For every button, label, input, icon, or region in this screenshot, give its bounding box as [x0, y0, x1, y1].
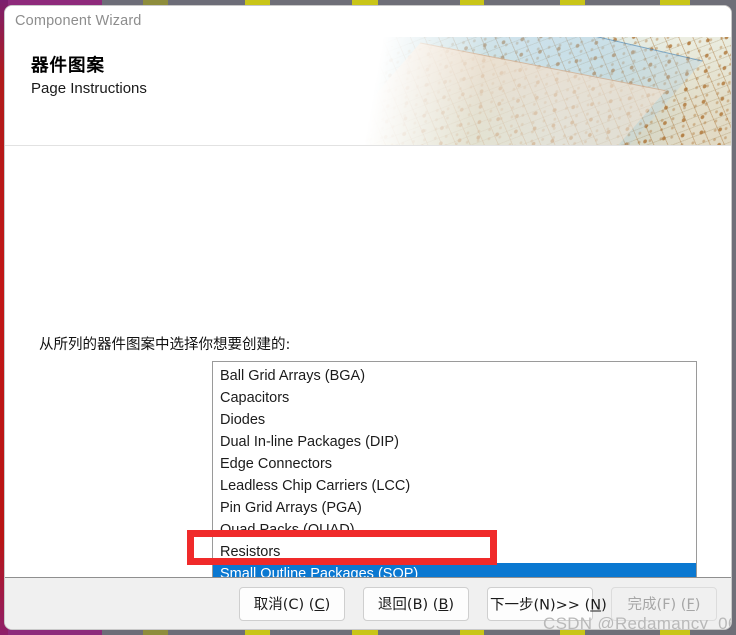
mnemonic-key: B	[438, 597, 449, 613]
header-pcb-artwork	[361, 6, 731, 145]
cancel-button[interactable]: 取消(C) (C)	[239, 586, 345, 621]
back-button-label: 退回(B) (B)	[378, 593, 454, 614]
page-subtitle: Page Instructions	[31, 80, 147, 97]
list-prompt-label: 从所列的器件图案中选择你想要创建的:	[39, 337, 291, 353]
next-button[interactable]: 下一步(N)>> (N) >	[487, 586, 624, 621]
mnemonic-key: N	[590, 597, 602, 613]
list-item[interactable]: Dual In-line Packages (DIP)	[213, 431, 696, 453]
label-tail: )	[448, 597, 455, 613]
list-item[interactable]: Pin Grid Arrays (PGA)	[213, 497, 696, 519]
mnemonic-key: C	[314, 597, 325, 613]
label-text: 下一步(N)>> (	[490, 597, 591, 613]
mnemonic-key: F	[686, 597, 695, 613]
desktop-backdrop: Component Wizard 器件图案 Page Instructions …	[0, 0, 736, 635]
label-text: 完成(F) (	[627, 597, 687, 613]
finish-button: 完成(F) (F)	[611, 586, 717, 621]
component-wizard-dialog: Component Wizard 器件图案 Page Instructions …	[4, 5, 732, 630]
label-text: 退回(B) (	[377, 597, 439, 613]
list-item[interactable]: Resistors	[213, 541, 696, 563]
list-item[interactable]: Capacitors	[213, 387, 696, 409]
label-tail: )	[694, 597, 701, 613]
list-item[interactable]: Ball Grid Arrays (BGA)	[213, 365, 696, 387]
list-item[interactable]: Leadless Chip Carriers (LCC)	[213, 475, 696, 497]
list-item[interactable]: Edge Connectors	[213, 453, 696, 475]
list-item[interactable]: Diodes	[213, 409, 696, 431]
page-title: 器件图案	[31, 56, 105, 76]
package-pattern-listbox[interactable]: Ball Grid Arrays (BGA) Capacitors Diodes Du…	[212, 361, 697, 602]
list-item[interactable]: Quad Packs (QUAD)	[213, 519, 696, 541]
artwork-top-mask	[361, 6, 731, 37]
dialog-header: Component Wizard 器件图案 Page Instructions	[5, 6, 731, 146]
cancel-button-label: 取消(C) (C)	[254, 593, 331, 614]
dialog-body: 从所列的器件图案中选择你想要创建的: Ball Grid Arrays (BGA…	[5, 146, 731, 629]
dialog-footer: 取消(C) (C)退回(B) (B)下一步(N)>> (N) >完成(F) (F…	[5, 577, 731, 629]
window-title: Component Wizard	[15, 13, 142, 29]
label-tail: )	[324, 597, 331, 613]
label-text: 取消(C) (	[253, 597, 315, 613]
finish-button-label: 完成(F) (F)	[628, 593, 701, 614]
back-button[interactable]: 退回(B) (B)	[363, 586, 469, 621]
